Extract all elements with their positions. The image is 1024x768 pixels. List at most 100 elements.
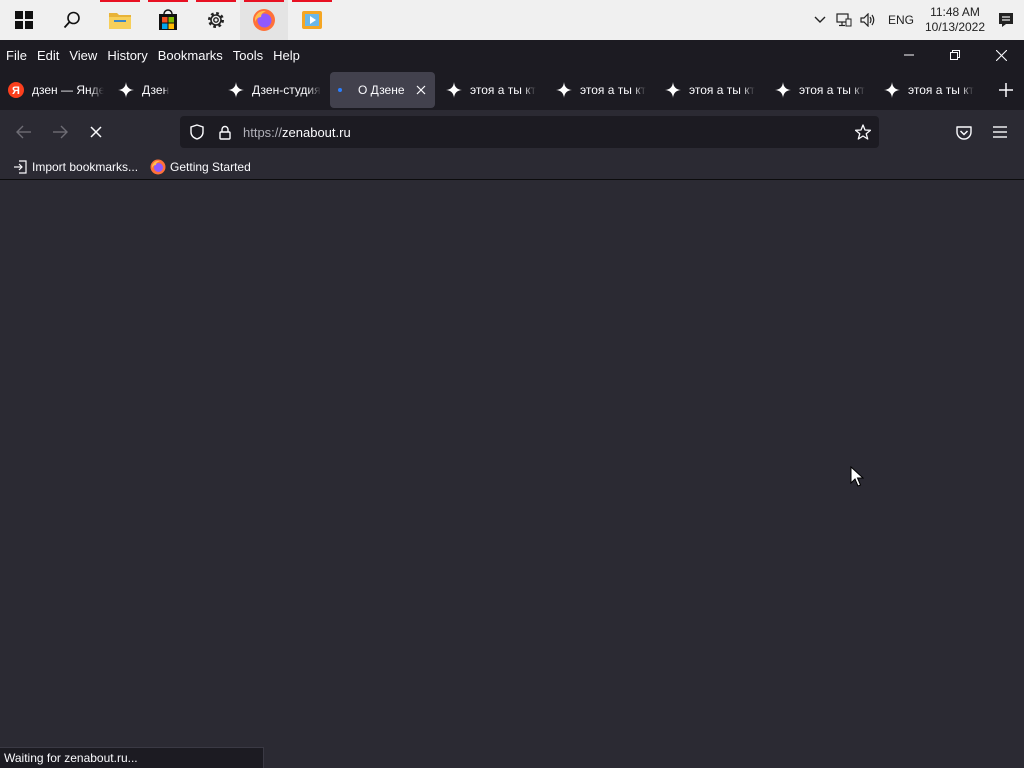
hamburger-menu-icon: [993, 126, 1007, 138]
forward-button[interactable]: [46, 118, 74, 146]
mouse-cursor-icon: [850, 466, 864, 487]
tab-etoya-2[interactable]: этоя а ты кто: [556, 72, 646, 108]
firefox-icon: [150, 159, 166, 175]
taskbar-store[interactable]: [144, 0, 192, 40]
tab-zen-studio[interactable]: Дзен-студия: [228, 72, 324, 108]
app-menu-button[interactable]: [986, 118, 1014, 146]
close-window-button[interactable]: [978, 40, 1024, 70]
url-host: zenabout.ru: [282, 124, 351, 140]
minimize-button[interactable]: [886, 40, 932, 70]
speaker-icon: [860, 13, 875, 27]
tray-network[interactable]: [832, 0, 856, 40]
taskbar-clock[interactable]: 11:48 AM 10/13/2022: [922, 5, 988, 35]
action-center-button[interactable]: [988, 0, 1024, 40]
menu-file[interactable]: File: [0, 48, 32, 63]
firefox-icon: [253, 9, 275, 31]
pocket-button[interactable]: [950, 118, 978, 146]
bookmarks-toolbar: Import bookmarks... Getting Started: [0, 154, 1024, 180]
tab-zen[interactable]: Дзен: [118, 72, 214, 108]
firefox-menubar: File Edit View History Bookmarks Tools H…: [0, 40, 1024, 70]
tab-etoya-3[interactable]: этоя а ты кто: [665, 72, 755, 108]
url-text[interactable]: https://zenabout.ru: [243, 125, 351, 140]
tab-label: О Дзене: [358, 83, 405, 97]
tray-overflow-button[interactable]: [808, 0, 832, 40]
taskbar-firefox[interactable]: [240, 0, 288, 40]
tab-strip: Я дзен — Яндекс Дзен Дзен-студия О Дзене…: [0, 70, 1024, 110]
tab-label: этоя а ты кто: [470, 83, 536, 97]
restore-button[interactable]: [932, 40, 978, 70]
tab-label: дзен — Яндекс: [32, 83, 104, 97]
clock-date: 10/13/2022: [924, 20, 986, 34]
tab-etoya-1[interactable]: этоя а ты кто: [446, 72, 536, 108]
url-scheme: https://: [243, 124, 283, 140]
minimize-icon: [904, 54, 914, 56]
lock-icon[interactable]: [217, 124, 233, 140]
menu-tools[interactable]: Tools: [228, 48, 268, 63]
windows-taskbar: ENG 11:48 AM 10/13/2022: [0, 0, 1024, 40]
menu-history[interactable]: History: [102, 48, 152, 63]
tray-volume[interactable]: [856, 0, 880, 40]
tab-label: этоя а ты кто: [908, 83, 974, 97]
network-icon: [836, 13, 852, 27]
close-icon: [416, 85, 425, 95]
zen-star-icon: [665, 82, 681, 98]
svg-text:Я: Я: [12, 85, 20, 97]
menu-view[interactable]: View: [64, 48, 102, 63]
navigation-toolbar: https://zenabout.ru: [0, 110, 1024, 154]
yandex-icon: Я: [8, 82, 24, 98]
start-button[interactable]: [0, 0, 48, 40]
search-icon: [63, 11, 80, 29]
tab-etoya-4[interactable]: этоя а ты кто: [775, 72, 865, 108]
arrow-right-icon: [53, 125, 68, 139]
clock-time: 11:48 AM: [930, 5, 980, 19]
bookmark-import[interactable]: Import bookmarks...: [0, 159, 144, 175]
tab-etoya-5[interactable]: этоя а ты кто: [884, 72, 974, 108]
stop-loading-button[interactable]: [82, 118, 110, 146]
arrow-left-icon: [16, 125, 31, 139]
new-tab-button[interactable]: [996, 80, 1016, 100]
window-controls: [886, 40, 1024, 70]
bookmark-star-icon[interactable]: [855, 124, 871, 140]
restore-icon: [950, 50, 960, 60]
back-button[interactable]: [10, 118, 38, 146]
tab-about-zen[interactable]: О Дзене: [330, 72, 435, 108]
system-tray: ENG 11:48 AM 10/13/2022: [808, 0, 1024, 40]
zen-star-icon: [118, 82, 134, 98]
notification-icon: [999, 13, 1013, 27]
taskbar-search-button[interactable]: [48, 0, 96, 40]
url-bar[interactable]: https://zenabout.ru: [180, 116, 879, 148]
chevron-up-icon: [814, 16, 826, 23]
close-icon: [995, 49, 1007, 61]
zen-star-icon: [775, 82, 791, 98]
zen-star-icon: [556, 82, 572, 98]
tab-label: этоя а ты кто: [689, 83, 755, 97]
page-content[interactable]: Waiting for zenabout.ru...: [0, 181, 1024, 768]
pocket-icon: [956, 125, 972, 140]
taskbar-file-explorer[interactable]: [96, 0, 144, 40]
menu-help[interactable]: Help: [268, 48, 305, 63]
store-icon: [159, 9, 177, 30]
bookmark-getting-started[interactable]: Getting Started: [144, 159, 257, 175]
zen-star-icon: [446, 82, 462, 98]
zen-star-icon: [228, 82, 244, 98]
media-player-icon: [302, 11, 322, 29]
tab-label: этоя а ты кто: [580, 83, 646, 97]
input-language[interactable]: ENG: [880, 13, 922, 27]
menu-edit[interactable]: Edit: [32, 48, 64, 63]
folder-icon: [109, 13, 131, 29]
zen-star-icon: [884, 82, 900, 98]
taskbar-settings[interactable]: [192, 0, 240, 40]
loading-dot-icon: [334, 82, 350, 98]
taskbar-media-player[interactable]: [288, 0, 336, 40]
tracking-protection-shield-icon[interactable]: [189, 124, 205, 140]
tab-label: Дзен-студия: [252, 83, 321, 97]
tab-yandex-search[interactable]: Я дзен — Яндекс: [8, 72, 104, 108]
gear-icon: [208, 12, 224, 28]
tab-label: Дзен: [142, 83, 170, 97]
plus-icon: [999, 83, 1013, 97]
import-icon: [12, 159, 28, 175]
menu-bookmarks[interactable]: Bookmarks: [153, 48, 228, 63]
tab-label: этоя а ты кто: [799, 83, 865, 97]
bookmark-label: Import bookmarks...: [32, 159, 139, 174]
tab-close-button[interactable]: [413, 82, 429, 98]
